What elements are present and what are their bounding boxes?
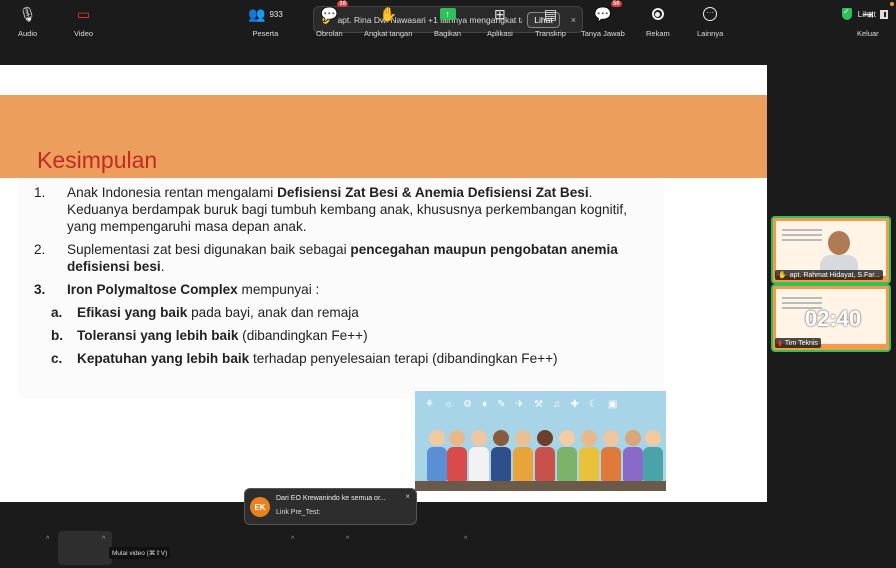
participant-name-tag: ✋ apt. Rahmat Hidayat, S.Far... [775, 270, 883, 280]
qa-button[interactable]: 💬 50 Tanya Jawab [581, 1, 625, 38]
leave-button[interactable]: ⇥ Keluar [857, 5, 879, 39]
leave-label: Keluar [857, 29, 879, 38]
sub-list: a. Efikasi yang baik pada bayi, anak dan … [34, 304, 654, 367]
sub-letter: b. [51, 328, 64, 343]
chat-sender: Dari EO Krewanindo ke semua or... [276, 495, 386, 502]
item-bold-text: Iron Polymaltose Complex [67, 282, 238, 297]
video-off-icon: ▭ [76, 5, 91, 22]
qa-badge: 50 [610, 1, 622, 7]
mic-muted-icon: 🎙 [18, 5, 37, 22]
list-item: 1. Anak Indonesia rentan mengalami Defis… [34, 184, 654, 235]
notification-dot [890, 2, 894, 6]
chat-badge: 16 [337, 1, 349, 7]
participant-name: Tim Teknis [784, 339, 818, 347]
raise-hand-label: Angkat tangan [364, 29, 413, 38]
participant-face [828, 231, 850, 255]
list-item: 2. Suplementasi zat besi digunakan baik … [34, 241, 654, 275]
raise-hand-button[interactable]: ✋ Angkat tangan [364, 5, 413, 39]
participant-video-tile[interactable]: ✋ apt. Rahmat Hidayat, S.Far... [771, 216, 891, 284]
apps-button[interactable]: ⊞ Aplikasi [487, 5, 513, 39]
chat-button[interactable]: 💬 16 Obrolan [316, 1, 349, 38]
sub-letter: c. [51, 351, 63, 366]
chevron-up-icon[interactable]: ^ [346, 536, 349, 543]
item-text: Suplementasi zat besi digunakan baik seb… [67, 242, 351, 257]
transcript-icon: ▤ [543, 5, 558, 22]
illustration-ground [415, 481, 666, 491]
sub-list-item: c. Kepatuhan yang lebih baik terhadap pen… [34, 350, 654, 367]
sub-text: pada bayi, anak dan remaja [187, 305, 359, 320]
apps-label: Aplikasi [487, 29, 513, 38]
sub-list-item: b. Toleransi yang lebih baik (dibandingka… [34, 327, 654, 344]
chat-label: Obrolan [316, 29, 343, 38]
sub-bold-text: Efikasi yang baik [77, 305, 188, 320]
participants-button[interactable]: 👥 933 Peserta [248, 5, 283, 39]
zoom-meeting-window: ✋ apt. Rina Dwi Nawasari +1 lainnya meng… [0, 0, 896, 568]
item-text: mempunyai : [237, 282, 320, 297]
chevron-up-icon[interactable]: ^ [464, 536, 467, 543]
participant-name: apt. Rahmat Hidayat, S.Far... [789, 271, 880, 279]
chat-notification[interactable]: EK Dari EO Krewanindo ke semua or... Lin… [244, 488, 417, 525]
security-shield-icon[interactable] [841, 7, 852, 20]
record-label: Rekam [646, 29, 670, 38]
item-text: Anak Indonesia rentan mengalami [67, 185, 278, 200]
apps-icon: ⊞ [494, 5, 506, 22]
audio-button[interactable]: 🎙 Audio [18, 5, 38, 39]
list-item: 3. Iron Polymaltose Complex mempunyai : [34, 281, 654, 298]
transcript-button[interactable]: ▤ Transkrip [535, 5, 566, 39]
chat-icon: 💬 16 [320, 1, 349, 22]
video-tooltip: Mulai video (⌘⇧V) [109, 547, 171, 559]
profession-icons: ⚘ ☼ ⚙ ♦ ✎ ✈ ⚒ ♫ ✚ ☾ ▣ [425, 399, 618, 410]
list-number: 2. [34, 242, 46, 257]
mic-muted-icon: ▮ [778, 340, 782, 347]
video-button[interactable]: ▭ Video [74, 5, 94, 39]
sub-bold-text: Toleransi yang lebih baik [77, 328, 239, 343]
countdown-timer: 02:40 [804, 306, 862, 331]
close-icon[interactable]: × [571, 15, 576, 25]
sub-text: (dibandingkan Fe++) [238, 328, 368, 343]
audio-label: Audio [18, 29, 38, 38]
more-label: Lainnya [697, 29, 724, 38]
qa-icon: 💬 50 [594, 1, 622, 22]
participants-count: 933 [269, 9, 283, 19]
list-number: 3. [34, 282, 46, 297]
item-bold-text: Defisiensi Zat Besi & Anemia Defisiensi … [277, 185, 589, 200]
record-icon [651, 8, 664, 20]
shared-screen-slide: Kesimpulan 1. Anak Indonesia rentan meng… [0, 65, 767, 502]
participants-label: Peserta [252, 29, 279, 38]
chat-message: Link Pre_Test: [276, 509, 321, 516]
item-text: . [160, 259, 165, 274]
children-illustration: ⚘ ☼ ⚙ ♦ ✎ ✈ ⚒ ♫ ✚ ☾ ▣ [415, 391, 666, 491]
participants-icon: 👥 933 [248, 5, 283, 22]
share-button[interactable]: ↑ Bagikan [434, 5, 461, 38]
share-screen-icon: ↑ [439, 8, 456, 20]
video-label: Video [74, 29, 94, 38]
leave-icon: ⇥ [861, 5, 874, 22]
sender-avatar: EK [250, 497, 270, 517]
more-icon: ··· [703, 7, 718, 21]
transcript-label: Transkrip [535, 29, 566, 38]
chevron-up-icon[interactable]: ^ [291, 536, 294, 543]
chevron-up-icon[interactable]: ^ [46, 536, 49, 543]
slide-title: Kesimpulan [37, 147, 158, 173]
record-button[interactable]: Rekam [646, 5, 670, 38]
share-label: Bagikan [434, 29, 462, 38]
sub-list-item: a. Efikasi yang baik pada bayi, anak dan … [34, 304, 654, 321]
sub-letter: a. [51, 305, 63, 320]
hand-icon: ✋ [379, 5, 397, 22]
sub-text: terhadap penyelesaian terapi (dibandingk… [249, 351, 558, 366]
mic-muted-icon: ✋ [778, 272, 787, 279]
conclusion-list: 1. Anak Indonesia rentan mengalami Defis… [34, 184, 654, 373]
list-number: 1. [34, 185, 46, 200]
view-layout-icon [880, 9, 888, 19]
participant-name-tag: ▮ Tim Teknis [775, 338, 821, 348]
sub-bold-text: Kepatuhan yang lebih baik [77, 351, 250, 366]
qa-label: Tanya Jawab [581, 29, 625, 38]
chevron-up-icon[interactable]: ^ [102, 536, 105, 543]
more-button[interactable]: ··· Lainnya [697, 5, 723, 38]
close-icon[interactable]: × [405, 492, 410, 501]
participant-video-tile[interactable]: 02:40 ▮ Tim Teknis [771, 284, 891, 352]
